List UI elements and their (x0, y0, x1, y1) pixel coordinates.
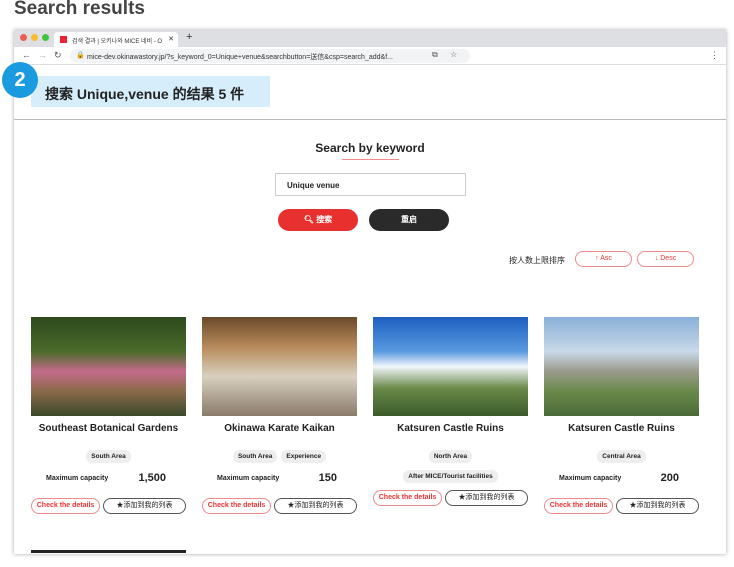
next-card-image-edge (31, 550, 186, 553)
area-tag: South Area (232, 450, 278, 463)
url-text: mice-dev.okinawastory.jp/?s_keyword_0=Un… (87, 54, 393, 61)
venue-image[interactable] (544, 317, 699, 416)
capacity-label: Maximum capacity (217, 474, 280, 482)
venue-card: Katsuren Castle Ruins North Area After MI… (373, 317, 528, 506)
result-heading: 搜索 Unique,venue 的结果 5 件 (31, 76, 270, 107)
area-tag: After MICE/Tourist facilities (403, 470, 498, 483)
venue-card: Okinawa Karate Kaikan South Area Experien… (202, 317, 357, 514)
asc-label: Asc (600, 255, 612, 262)
close-tab-icon[interactable]: ✕ (168, 35, 174, 43)
url-input[interactable]: 🔒 mice-dev.okinawastory.jp/?s_keyword_0=U… (70, 49, 470, 63)
add-to-list-button[interactable]: ★添加到我的列表 (616, 498, 699, 514)
capacity-value: 150 (318, 472, 337, 484)
capacity-label: Maximum capacity (46, 474, 109, 482)
sort-label: 按人数上限排序 (509, 256, 565, 265)
close-window-icon[interactable] (20, 34, 27, 41)
tab-bar: 검색 결과 | 오키나와 MICE 네비 - O ✕ + (14, 30, 726, 47)
tab-title: 검색 결과 | 오키나와 MICE 네비 - O (72, 39, 163, 45)
capacity-label: Maximum capacity (559, 474, 622, 482)
check-details-button[interactable]: Check the details (202, 498, 272, 514)
venue-card: Southeast Botanical Gardens South Area Ma… (31, 317, 186, 514)
venue-name[interactable]: Southeast Botanical Gardens (31, 423, 186, 445)
browser-tab[interactable]: 검색 결과 | 오키나와 MICE 네비 - O ✕ (54, 32, 178, 47)
search-button[interactable]: 🔍︎ 搜索 (278, 209, 358, 231)
venue-card: Katsuren Castle Ruins Central Area Maximu… (544, 317, 699, 514)
capacity-value: 1,500 (138, 472, 166, 484)
search-heading: Search by keyword (315, 141, 425, 155)
area-tag: Central Area (597, 450, 646, 463)
translate-icon[interactable]: ⧉ (432, 50, 438, 60)
capacity-row: Maximum capacity 1,500 (31, 468, 186, 488)
check-details-button[interactable]: Check the details (31, 498, 101, 514)
check-details-button[interactable]: Check the details (544, 498, 614, 514)
maximize-window-icon[interactable] (42, 34, 49, 41)
sort-asc-button[interactable]: ↑ Asc (575, 251, 632, 267)
divider (14, 119, 726, 120)
area-tag: North Area (428, 450, 473, 463)
back-icon[interactable]: ← (22, 50, 31, 60)
reset-button[interactable]: 重启 (369, 209, 449, 231)
venue-image[interactable] (202, 317, 357, 416)
capacity-row: Maximum capacity 200 (544, 468, 699, 488)
check-details-button[interactable]: Check the details (373, 490, 443, 506)
venue-name[interactable]: Okinawa Karate Kaikan (202, 423, 357, 445)
search-input[interactable]: Unique venue (275, 173, 466, 196)
venue-image[interactable] (373, 317, 528, 416)
area-tag: South Area (86, 450, 131, 463)
step-badge: 2 (2, 62, 38, 98)
add-to-list-button[interactable]: ★添加到我的列表 (445, 490, 528, 506)
page-title: Search results (14, 0, 145, 19)
sort-desc-button[interactable]: ↓ Desc (637, 251, 694, 267)
venue-name[interactable]: Katsuren Castle Ruins (373, 423, 528, 445)
favicon-icon (60, 36, 67, 43)
venue-name[interactable]: Katsuren Castle Ruins (544, 423, 699, 445)
search-icon: 🔍︎ (303, 215, 317, 224)
lock-icon: 🔒 (76, 52, 85, 59)
search-button-label: 搜索 (316, 215, 333, 224)
area-tag: Experience (281, 450, 327, 463)
add-to-list-button[interactable]: ★添加到我的列表 (274, 498, 357, 514)
desc-label: Desc (660, 255, 677, 262)
address-bar-row: ← → ↻ 🔒 mice-dev.okinawastory.jp/?s_keywo… (14, 47, 726, 65)
venue-image[interactable] (31, 317, 186, 416)
reload-icon[interactable]: ↻ (54, 50, 62, 61)
bookmark-star-icon[interactable]: ☆ (450, 50, 457, 59)
capacity-row: Maximum capacity 150 (202, 468, 357, 488)
minimize-window-icon[interactable] (31, 34, 38, 41)
add-to-list-button[interactable]: ★添加到我的列表 (103, 498, 186, 514)
capacity-value: 200 (660, 472, 679, 484)
new-tab-icon[interactable]: + (186, 31, 192, 43)
menu-icon[interactable]: ⋮ (710, 50, 719, 61)
heading-underline (342, 159, 399, 160)
forward-icon[interactable]: → (38, 50, 47, 60)
